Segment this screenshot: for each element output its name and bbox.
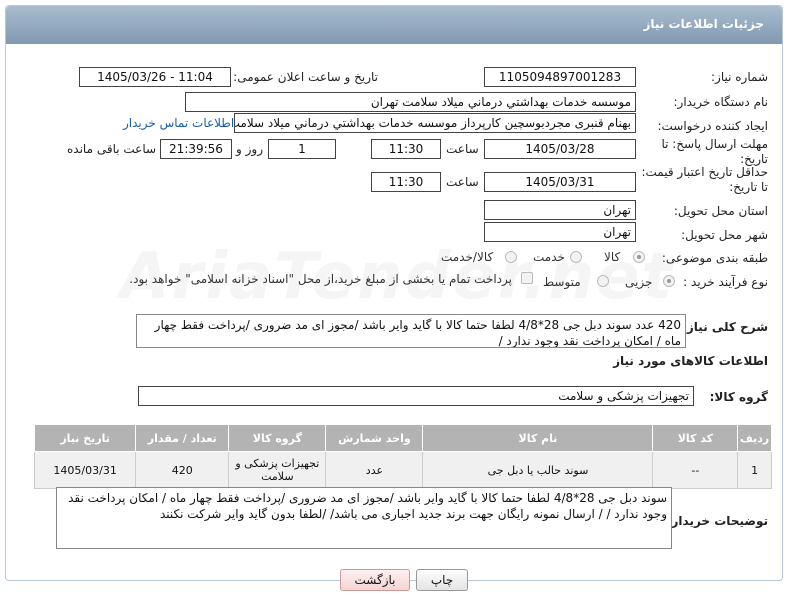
summary-text: 420 عدد سوند دبل جی 28*4/8 لطفا حتما کال… bbox=[154, 318, 681, 348]
table-header-row: ردیف کد کالا نام کالا واحد شمارش گروه کا… bbox=[33, 424, 772, 452]
cell-unit: عدد bbox=[325, 451, 424, 489]
validity-time-field: 11:30 bbox=[371, 172, 441, 192]
remaining-time-field: 21:39:56 bbox=[160, 139, 232, 159]
days-field: 1 bbox=[268, 139, 336, 159]
panel-title: جزئیات اطلاعات نیاز bbox=[643, 17, 764, 31]
panel-header: جزئیات اطلاعات نیاز bbox=[6, 6, 782, 44]
announce-label: تاریخ و ساعت اعلان عمومی: bbox=[233, 70, 378, 84]
col-row: ردیف bbox=[737, 424, 772, 452]
validity-label: حداقل تاریخ اعتبار قیمت: تا تاریخ: bbox=[641, 165, 768, 194]
province-field: تهران bbox=[484, 200, 636, 220]
category-radio-goods[interactable] bbox=[633, 251, 645, 263]
table-row: 1 -- سوند حالب یا دبل جی عدد تجهیزات پزش… bbox=[33, 451, 772, 489]
col-name: نام کالا bbox=[422, 424, 654, 452]
back-button[interactable]: بازگشت bbox=[340, 569, 410, 591]
buyer-notes-label: توضیحات خریدار: bbox=[666, 514, 768, 528]
buyer-org-label: نام دستگاه خریدار: bbox=[673, 95, 769, 109]
province-label: استان محل تحویل: bbox=[673, 204, 768, 218]
process-radio-minor[interactable] bbox=[663, 275, 675, 287]
category-option-goods-service: کالا/خدمت bbox=[441, 250, 494, 264]
requester-field: بهنام قنبری مجردبوسچین کارپرداز موسسه خد… bbox=[234, 113, 636, 133]
goods-group-field: تجهیزات پزشکی و سلامت bbox=[138, 386, 694, 406]
process-label: نوع فرآیند خرید : bbox=[683, 275, 768, 289]
city-label: شهر محل تحویل: bbox=[681, 228, 768, 242]
cell-row: 1 bbox=[737, 451, 772, 489]
col-code: کد کالا bbox=[652, 424, 739, 452]
validity-time-label: ساعت bbox=[446, 175, 479, 189]
goods-group-label: گروه کالا: bbox=[709, 390, 768, 404]
category-option-service: خدمت bbox=[533, 250, 565, 264]
col-date: تاریخ نیاز bbox=[33, 424, 137, 452]
process-radio-medium[interactable] bbox=[597, 275, 609, 287]
cell-group: تجهیزات پزشکی و سلامت bbox=[228, 451, 327, 489]
treasury-checkbox[interactable] bbox=[521, 272, 533, 284]
buyer-notes-text: سوند دبل جی 28*4/8 لطفا حتما کالا با گای… bbox=[68, 491, 667, 521]
buyer-org-field: موسسه خدمات بهداشتي درماني ميلاد سلامت ت… bbox=[185, 92, 636, 112]
city-field: تهران bbox=[484, 222, 636, 242]
buyer-contact-link[interactable]: اطلاعات تماس خریدار bbox=[123, 116, 234, 130]
need-number-label: شماره نیاز: bbox=[711, 70, 768, 84]
treasury-note: پرداخت تمام یا بخشی از مبلغ خرید،از محل … bbox=[129, 272, 512, 286]
cell-date: 1405/03/31 bbox=[33, 451, 137, 489]
need-number-field: 1105094897001283 bbox=[484, 67, 636, 87]
validity-date-field: 1405/03/31 bbox=[484, 172, 636, 192]
deadline-time-label: ساعت bbox=[446, 142, 479, 156]
goods-table: ردیف کد کالا نام کالا واحد شمارش گروه کا… bbox=[33, 424, 772, 489]
cell-qty: 420 bbox=[135, 451, 230, 489]
print-button[interactable]: چاپ bbox=[416, 569, 468, 591]
cell-code: -- bbox=[652, 451, 739, 489]
category-radio-service[interactable] bbox=[570, 251, 582, 263]
announce-datetime-field: 1405/03/26 - 11:04 bbox=[79, 67, 231, 87]
category-option-goods: کالا bbox=[604, 250, 621, 264]
deadline-date-field: 1405/03/28 bbox=[484, 139, 636, 159]
category-radio-goods-service[interactable] bbox=[505, 251, 517, 263]
summary-textarea[interactable]: 420 عدد سوند دبل جی 28*4/8 لطفا حتما کال… bbox=[136, 314, 686, 348]
remaining-label: ساعت باقی مانده bbox=[67, 142, 157, 156]
cell-name: سوند حالب یا دبل جی bbox=[422, 451, 654, 489]
process-option-minor: جزیی bbox=[625, 275, 653, 289]
deadline-label: مهلت ارسال پاسخ: تا تاریخ: bbox=[661, 137, 768, 166]
days-label: روز و bbox=[236, 142, 263, 156]
deadline-time-field: 11:30 bbox=[371, 139, 441, 159]
col-group: گروه کالا bbox=[228, 424, 327, 452]
process-option-medium: متوسط bbox=[543, 275, 581, 289]
requester-label: ایجاد کننده درخواست: bbox=[657, 119, 768, 133]
buyer-notes-textarea[interactable]: سوند دبل جی 28*4/8 لطفا حتما کالا با گای… bbox=[56, 487, 672, 549]
col-qty: تعداد / مقدار bbox=[135, 424, 230, 452]
col-unit: واحد شمارش bbox=[325, 424, 424, 452]
goods-info-title: اطلاعات کالاهای مورد نیاز bbox=[613, 354, 768, 368]
summary-label: شرح کلی نیاز: bbox=[682, 320, 768, 334]
category-label: طبقه بندی موضوعی: bbox=[661, 251, 768, 265]
